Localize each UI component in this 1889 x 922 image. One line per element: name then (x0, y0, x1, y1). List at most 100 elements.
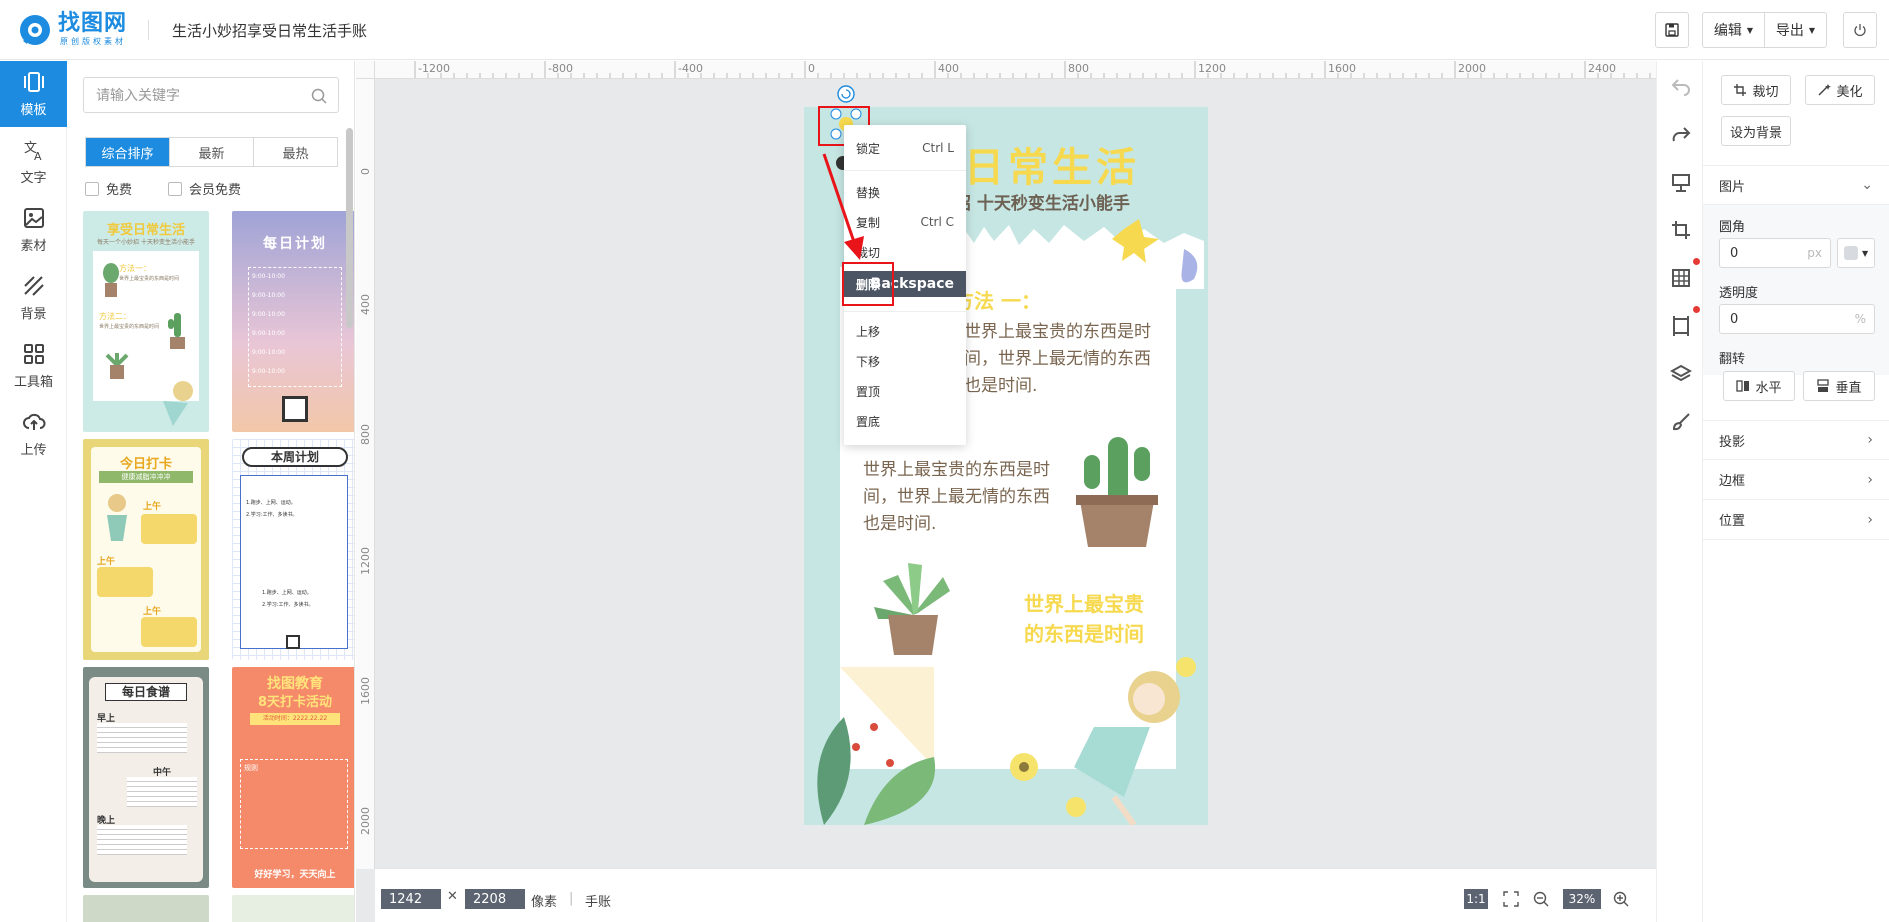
ruler-label: -400 (678, 62, 703, 75)
power-button[interactable] (1843, 12, 1877, 48)
rail-item-template[interactable]: 模板 (0, 61, 67, 127)
ruler-label: 1200 (359, 547, 372, 575)
menu-item-move-down[interactable]: 下移 (844, 348, 966, 374)
menu-item-move-up[interactable]: 上移 (844, 318, 966, 344)
flip-vertical-button[interactable]: 垂直 (1803, 371, 1875, 401)
menu-divider (844, 311, 966, 312)
magic-wand-icon (1818, 84, 1832, 96)
radius-input[interactable]: 0 px (1719, 238, 1831, 268)
checkbox-box[interactable] (85, 181, 99, 196)
zoom-out-icon[interactable] (1533, 891, 1549, 907)
horizontal-ruler: -1200 -800 -400 0 400 800 1200 1600 2000… (375, 61, 1656, 79)
tab-sort-newest[interactable]: 最新 (170, 138, 254, 166)
panel-scrollbar[interactable] (346, 128, 353, 328)
flip-horizontal-button[interactable]: 水平 (1723, 371, 1795, 401)
width-input[interactable]: 1242 (381, 889, 441, 909)
fit-screen-icon[interactable] (1503, 891, 1519, 907)
torn-paper-decoration (954, 219, 1204, 289)
opacity-input[interactable]: 0 % (1719, 304, 1875, 334)
redo-icon[interactable] (1670, 123, 1692, 145)
border-section-header[interactable]: 边框 › (1703, 460, 1889, 500)
properties-panel: 裁切 美化 设为背景 图片 ⌄ 圆角 0 px ▼ 透明度 0 % 翻转 水平 … (1703, 61, 1889, 922)
section-label: 图片 (1719, 179, 1746, 195)
zoom-in-icon[interactable] (1613, 891, 1629, 907)
opacity-unit: % (1854, 312, 1866, 326)
thumb-row: 9:00-10:00 (252, 273, 285, 280)
tab-sort-default[interactable]: 综合排序 (86, 138, 170, 166)
set-background-button[interactable]: 设为背景 (1721, 116, 1791, 146)
thumb-row: 9:00-10:00 (252, 311, 285, 318)
edit-menu-button[interactable]: 编辑 ▼ (1702, 12, 1765, 48)
menu-item-send-to-bottom[interactable]: 置底 (844, 408, 966, 434)
chevron-right-icon: › (1867, 511, 1873, 528)
logo[interactable]: 找图网 原创版权素材 (18, 12, 127, 47)
thumb-text-block (127, 777, 197, 807)
document-title[interactable]: 生活小妙招享受日常生活手账 (172, 20, 367, 41)
thumb-line: 1.跑步、上网、运动。 (246, 500, 296, 506)
radius-color-picker[interactable]: ▼ (1837, 238, 1875, 268)
ruler-label: 2000 (359, 807, 372, 835)
actual-size-button[interactable]: 1:1 (1464, 889, 1488, 909)
thumb-line: 方法二： (99, 312, 131, 321)
rail-label: 工具箱 (13, 375, 53, 390)
template-thumbnail[interactable]: 享受日常生活 每天一个小妙招 十天秒变生活小能手 方法一： 世界上最宝贵的东西是… (83, 211, 209, 432)
poster-paragraph-line: 世界上最宝贵的东西是时 (964, 322, 1151, 342)
rail-item-text[interactable]: 文A 文字 (0, 129, 67, 195)
tab-sort-hottest[interactable]: 最热 (254, 138, 337, 166)
radius-label: 圆角 (1719, 220, 1746, 235)
height-input[interactable]: 2208 (465, 889, 525, 909)
thumb-title: 每日食谱 (105, 683, 187, 701)
position-section-header[interactable]: 位置 › (1703, 500, 1889, 540)
flip-vertical-icon (1817, 379, 1830, 392)
thumb-row: 9:00-10:00 (252, 368, 285, 375)
template-thumbnail[interactable]: 本周计划 1.跑步、上网、运动。 2.学习:工作、多读书。 1.跑步、上网、运动… (232, 439, 354, 660)
rail-item-background[interactable]: 背景 (0, 265, 67, 331)
thumb-block (97, 567, 153, 597)
member-free-filter-checkbox[interactable]: 会员免费 (168, 179, 241, 198)
crop-button[interactable]: 裁切 (1721, 75, 1791, 105)
undo-icon[interactable] (1670, 75, 1692, 97)
caret-down-icon: ▼ (1808, 25, 1816, 35)
template-thumbnail[interactable]: 今日打卡 健康减脂冲冲冲 上午 上午 上午 (83, 439, 209, 660)
export-menu-button[interactable]: 导出 ▼ (1764, 12, 1827, 48)
brush-icon[interactable] (1670, 411, 1692, 433)
free-filter-checkbox[interactable]: 免费 (85, 179, 132, 198)
rail-item-material[interactable]: 素材 (0, 197, 67, 263)
template-thumbnail[interactable]: 每日计划 9:00-10:00 9:00-10:00 9:00-10:00 9:… (232, 211, 354, 432)
template-thumbnail[interactable]: 找图教育 8天打卡活动 活动时间：2222.22.22 规则 好好学习，天天向上 (232, 667, 354, 888)
menu-label: 上移 (856, 324, 881, 339)
girl-illustration (1066, 657, 1196, 825)
search-icon[interactable] (310, 87, 328, 105)
film-icon[interactable] (1670, 315, 1692, 337)
section-label: 位置 (1719, 514, 1746, 529)
template-thumbnail[interactable] (83, 895, 209, 922)
thumb-line: 上午 (143, 502, 162, 512)
crop-icon[interactable] (1670, 219, 1692, 241)
poster-method-heading: 方法 一： (954, 289, 1041, 313)
notification-dot (1693, 258, 1700, 265)
logo-icon (20, 14, 50, 45)
rail-item-toolbox[interactable]: 工具箱 (0, 333, 67, 399)
save-button[interactable] (1655, 12, 1689, 48)
image-section-header[interactable]: 图片 ⌄ (1703, 165, 1889, 205)
ruler-label: 0 (808, 62, 815, 75)
ruler-label: 400 (359, 294, 372, 315)
shadow-section-header[interactable]: 投影 › (1703, 420, 1889, 460)
chevron-right-icon: › (1867, 432, 1873, 448)
menu-shortcut: Ctrl L (922, 141, 954, 155)
template-search-input[interactable]: 请输入关键字 (83, 77, 339, 113)
menu-item-bring-to-top[interactable]: 置顶 (844, 378, 966, 404)
template-thumbnail[interactable] (232, 895, 354, 922)
beautify-button[interactable]: 美化 (1805, 75, 1875, 105)
template-thumbnail[interactable]: 每日食谱 早上 中午 晚上 (83, 667, 209, 888)
grid-icon[interactable] (1670, 267, 1692, 289)
thumb-text-block (97, 825, 187, 855)
zoom-level[interactable]: 32% (1563, 889, 1601, 909)
search-placeholder: 请输入关键字 (96, 88, 180, 104)
layers-icon[interactable] (1670, 363, 1692, 385)
thumb-title: 本周计划 (242, 447, 348, 467)
annotation-arrow-icon (822, 153, 864, 260)
checkbox-box[interactable] (168, 181, 182, 196)
rail-item-upload[interactable]: 上传 (0, 401, 67, 467)
present-icon[interactable] (1670, 171, 1692, 193)
